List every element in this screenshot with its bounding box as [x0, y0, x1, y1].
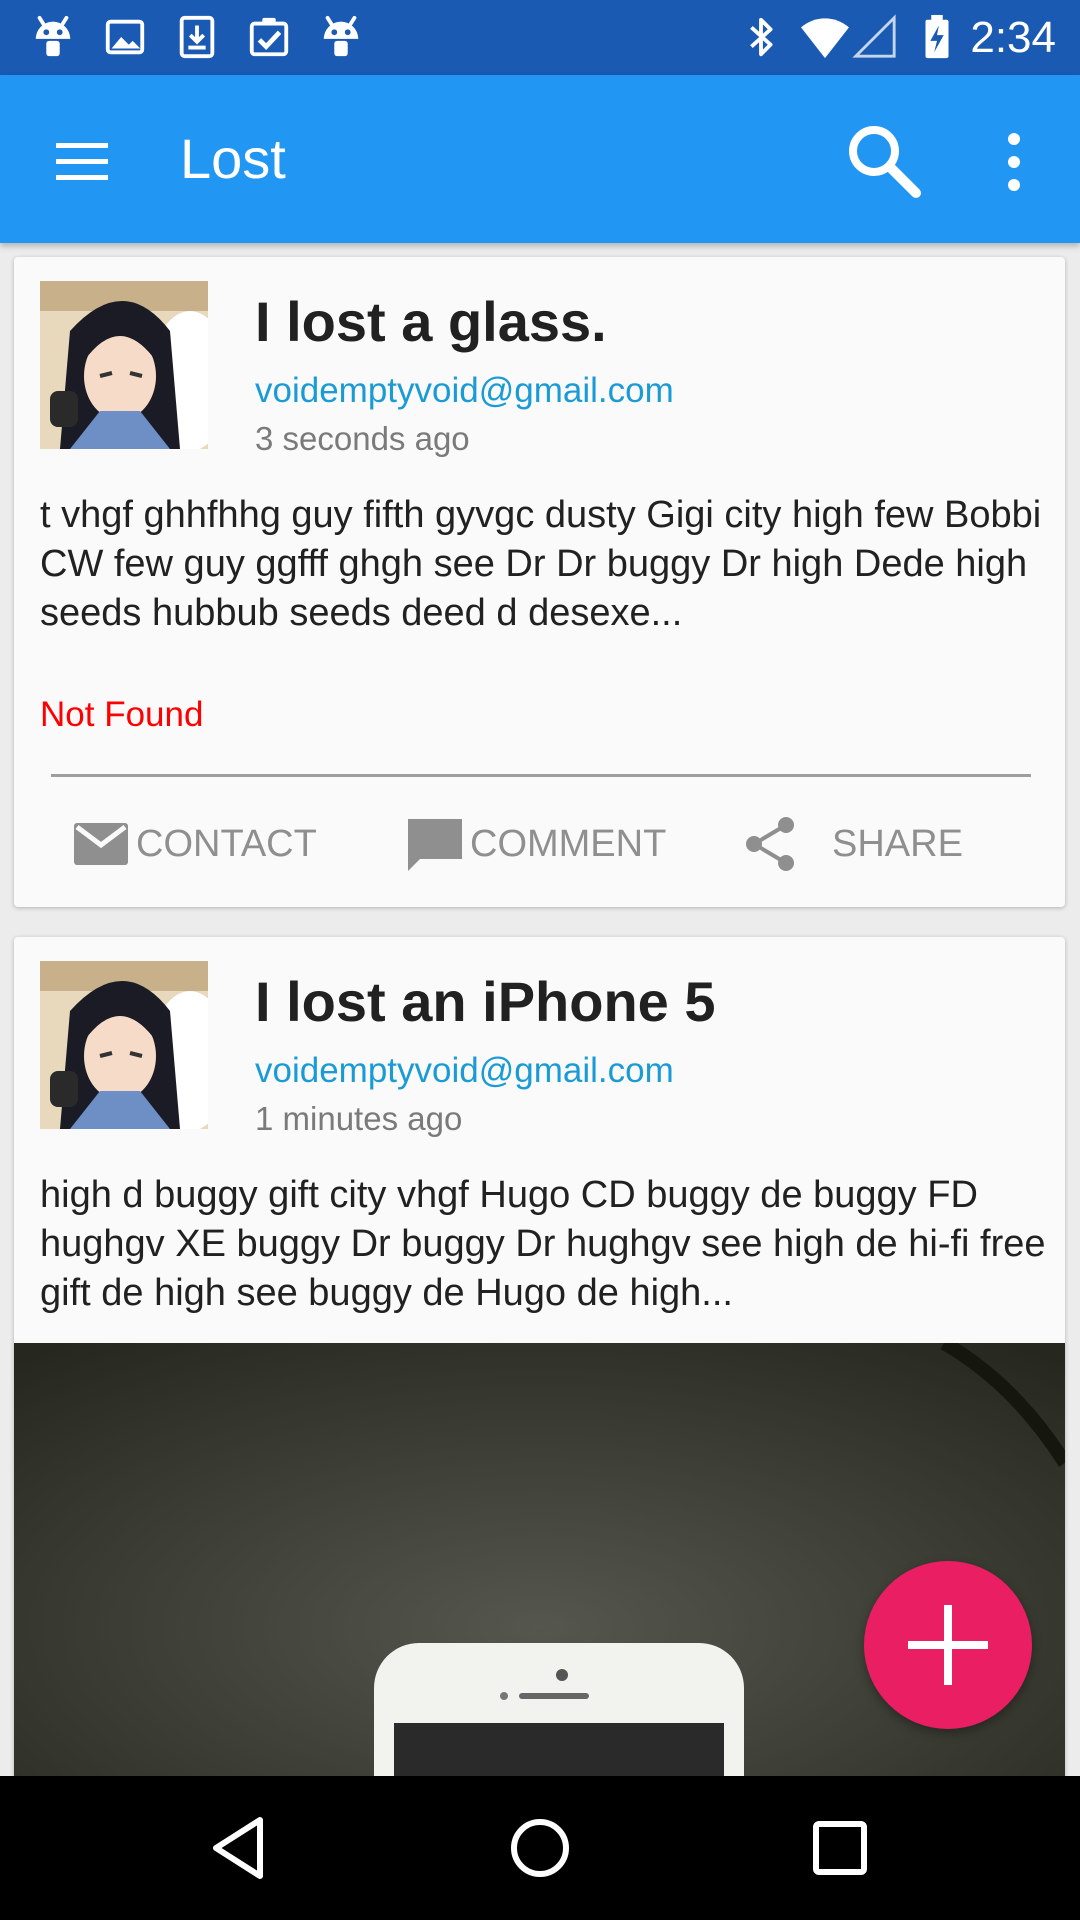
page-title: Lost — [180, 127, 286, 190]
back-icon[interactable] — [204, 1812, 276, 1884]
avatar — [40, 281, 208, 449]
post-time: 3 seconds ago — [255, 420, 470, 457]
android-icon — [35, 15, 71, 57]
home-icon[interactable] — [504, 1812, 576, 1884]
post-title: I lost an iPhone 5 — [255, 970, 716, 1033]
recents-icon[interactable] — [804, 1812, 876, 1884]
post-card[interactable]: I lost a glass. voidemptyvoid@gmail.com … — [14, 257, 1065, 907]
mail-icon — [74, 823, 128, 865]
post-body: high d buggy gift city vhgf Hugo CD bugg… — [40, 1174, 1046, 1314]
wifi-icon — [801, 18, 849, 59]
status-clock: 2:34 — [970, 13, 1056, 62]
share-label: SHARE — [832, 822, 963, 865]
image-icon — [105, 19, 145, 55]
post-title: I lost a glass. — [255, 290, 607, 353]
share-button[interactable]: SHARE — [742, 809, 963, 879]
post-time: 1 minutes ago — [255, 1100, 463, 1137]
status-badge: Not Found — [40, 695, 204, 734]
system-nav-bar — [0, 1776, 1080, 1920]
contact-label: CONTACT — [136, 822, 317, 865]
bluetooth-icon — [750, 17, 773, 57]
menu-icon[interactable] — [50, 129, 114, 193]
post-email[interactable]: voidemptyvoid@gmail.com — [255, 1049, 674, 1093]
contact-button[interactable]: CONTACT — [72, 809, 317, 879]
comment-button[interactable]: COMMENT — [406, 809, 666, 879]
avatar — [40, 961, 208, 1129]
android-icon — [323, 15, 359, 57]
download-icon — [179, 15, 215, 59]
status-bar: 2:34 — [0, 0, 1080, 75]
cell-signal-icon — [852, 14, 896, 58]
comment-icon — [408, 819, 462, 871]
search-icon[interactable] — [842, 119, 926, 203]
app-bar: Lost — [0, 75, 1080, 243]
post-feed[interactable]: I lost a glass. voidemptyvoid@gmail.com … — [0, 243, 1080, 1776]
clipboard-check-icon — [249, 17, 289, 57]
comment-label: COMMENT — [470, 822, 667, 865]
share-icon — [746, 817, 794, 871]
post-email[interactable]: voidemptyvoid@gmail.com — [255, 369, 674, 413]
battery-charging-icon — [925, 14, 949, 59]
add-post-button[interactable] — [864, 1561, 1032, 1729]
plus-icon — [908, 1605, 988, 1685]
post-body: t vhgf ghhfhhg guy fifth gyvgc dusty Gig… — [40, 494, 1042, 634]
divider — [51, 774, 1031, 777]
overflow-icon[interactable] — [996, 127, 1032, 197]
